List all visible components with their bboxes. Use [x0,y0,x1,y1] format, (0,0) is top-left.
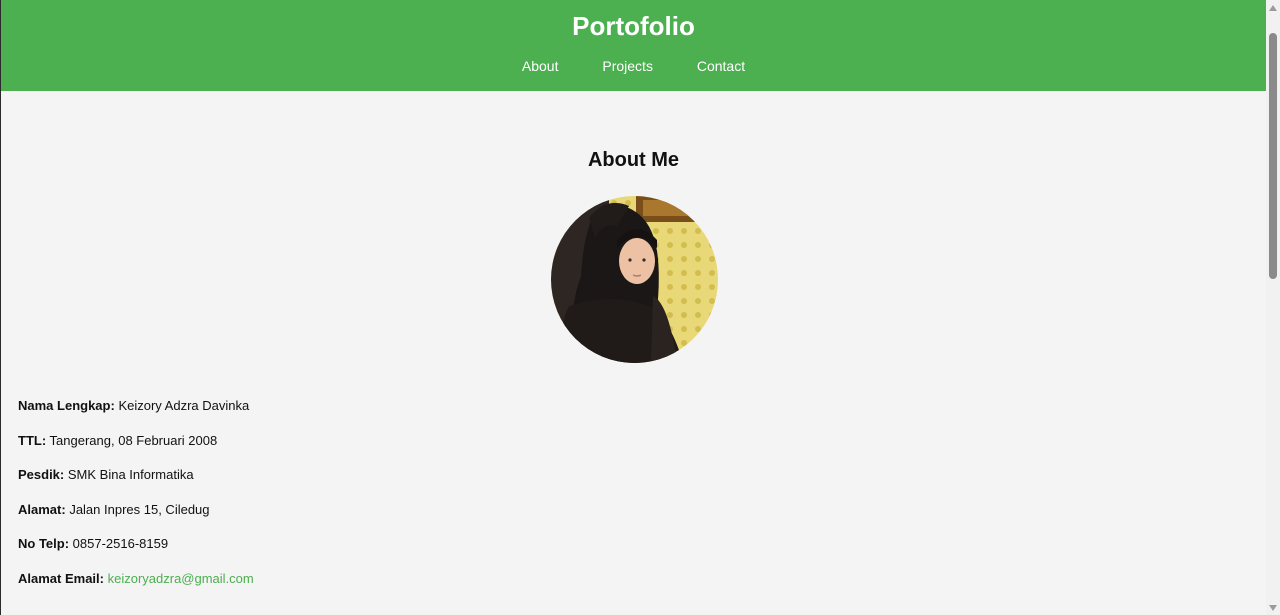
info-full-name-value: Keizory Adzra Davinka [118,398,250,413]
info-address-label: Alamat: [18,502,66,517]
info-school-label: Pesdik: [18,467,65,482]
info-phone-value: 0857-2516-8159 [72,536,169,551]
scroll-up-arrow-icon[interactable] [1269,5,1277,11]
info-address: Alamat: Jalan Inpres 15, Ciledug [18,501,210,519]
profile-photo-image [551,196,718,363]
email-link[interactable]: keizoryadzra@gmail.com [108,571,254,586]
info-birth: TTL: Tangerang, 08 Februari 2008 [18,432,217,450]
info-birth-value: Tangerang, 08 Februari 2008 [49,433,218,448]
vertical-scrollbar[interactable] [1266,0,1280,615]
nav-link-about[interactable]: About [522,57,559,75]
browser-page: Portofolio About Projects Contact About … [0,0,1280,615]
info-birth-label: TTL: [18,433,47,448]
info-email-label: Alamat Email: [18,571,104,586]
info-full-name: Nama Lengkap: Keizory Adzra Davinka [18,397,249,415]
page-viewport: Portofolio About Projects Contact About … [0,0,1266,615]
nav-link-contact[interactable]: Contact [697,57,745,75]
about-heading: About Me [587,149,680,171]
info-full-name-label: Nama Lengkap: [18,398,115,413]
scroll-down-arrow-icon[interactable] [1269,605,1277,611]
info-address-value: Jalan Inpres 15, Ciledug [69,502,210,517]
site-title: Portofolio [572,11,695,41]
info-phone: No Telp: 0857-2516-8159 [18,535,168,553]
scroll-thumb[interactable] [1269,33,1277,279]
profile-photo [551,196,718,363]
nav-link-projects[interactable]: Projects [602,57,653,75]
site-header: Portofolio About Projects Contact [1,0,1266,91]
main-nav: About Projects Contact [1,57,1266,75]
info-phone-label: No Telp: [18,536,70,551]
info-email: Alamat Email: keizoryadzra@gmail.com [18,570,254,588]
info-school-value: SMK Bina Informatika [67,467,194,482]
info-school: Pesdik: SMK Bina Informatika [18,466,194,484]
